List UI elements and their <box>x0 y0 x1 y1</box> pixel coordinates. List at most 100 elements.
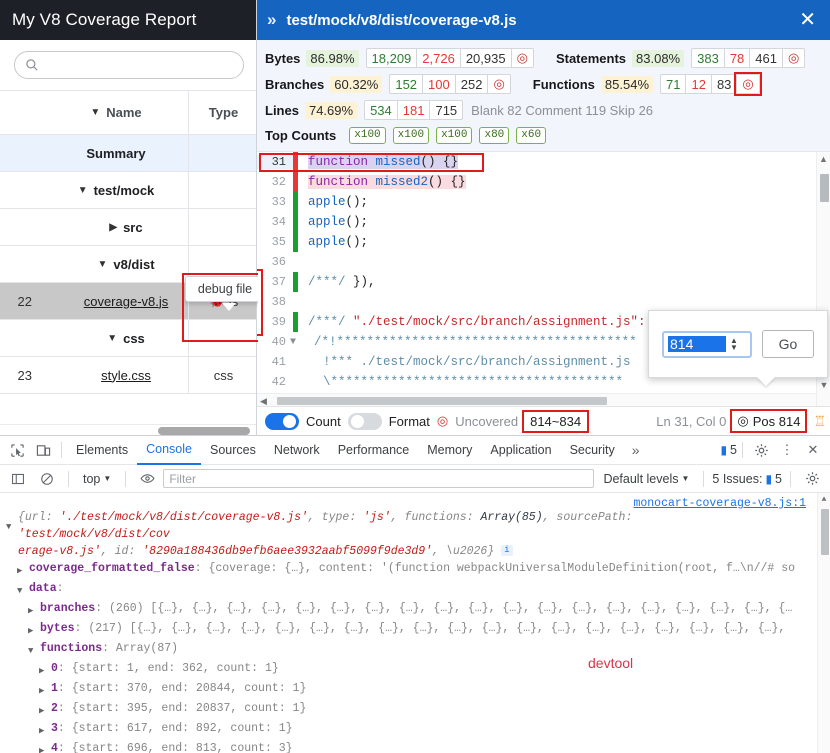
code-line[interactable]: 34 apple(); <box>257 212 816 232</box>
chevrons-right-icon[interactable]: » <box>267 10 276 30</box>
devtools-close-icon[interactable]: ✕ <box>800 438 826 462</box>
more-vertical-icon[interactable]: ⋮ <box>774 438 800 462</box>
top-count-badge[interactable]: x60 <box>516 126 547 144</box>
fold-caret-icon[interactable]: ▼ <box>290 337 296 348</box>
search-input[interactable] <box>39 57 243 73</box>
expand-arrow-icon[interactable]: ▶ <box>39 700 51 720</box>
context-selector[interactable]: top ▼ <box>77 472 117 486</box>
more-tabs-icon[interactable]: » <box>624 442 648 458</box>
tab-network[interactable]: Network <box>265 436 329 465</box>
expand-arrow-icon[interactable]: ▶ <box>39 680 51 700</box>
tab-elements[interactable]: Elements <box>67 436 137 465</box>
console-filter-input[interactable] <box>163 469 595 488</box>
device-toolbar-icon[interactable] <box>30 438 56 462</box>
tab-performance[interactable]: Performance <box>329 436 419 465</box>
line-number[interactable]: 32 <box>257 175 293 189</box>
scroll-left-icon[interactable]: ◀ <box>260 396 267 406</box>
scroll-up-icon[interactable]: ▲ <box>818 493 830 506</box>
count-toggle[interactable] <box>265 412 299 430</box>
collapse-arrow-icon[interactable]: ▼ <box>28 640 40 660</box>
inspect-element-icon[interactable] <box>4 438 30 462</box>
tab-application[interactable]: Application <box>481 436 560 465</box>
code-line[interactable]: 35 apple(); <box>257 232 816 252</box>
line-number[interactable]: 31 <box>257 155 293 169</box>
row-name[interactable]: ▼ v8/dist <box>40 257 188 272</box>
clear-console-icon[interactable] <box>34 467 60 491</box>
code-viewer[interactable]: 31 function missed() {} 32 function missed2… <box>257 152 830 406</box>
console-entry[interactable]: ▶ 3: {start: 617, end: 892, count: 1} <box>0 720 830 740</box>
expand-arrow-icon[interactable]: ▶ <box>39 660 51 680</box>
code-hscroll-thumb[interactable] <box>277 397 607 405</box>
tab-sources[interactable]: Sources <box>201 436 265 465</box>
console-vertical-scrollbar[interactable]: ▲ <box>817 493 830 753</box>
grid-header-type[interactable]: Type <box>188 91 258 134</box>
table-row[interactable]: 23 style.css css <box>0 357 258 394</box>
log-levels-selector[interactable]: Default levels ▼ <box>597 472 695 486</box>
format-toggle[interactable] <box>347 412 382 430</box>
line-number[interactable]: 38 <box>257 295 293 309</box>
expand-arrow-icon[interactable]: ▼ <box>6 509 18 536</box>
search-box[interactable] <box>14 51 244 79</box>
grid-header-name[interactable]: ▼ Name <box>40 105 188 120</box>
code-line[interactable]: 32 function missed2() {} <box>257 172 816 192</box>
close-icon[interactable]: ✕ <box>799 10 822 30</box>
line-number[interactable]: 39 <box>257 315 293 329</box>
console-entry[interactable]: ▶ branches: (260) [{…}, {…}, {…}, {…}, {…… <box>0 600 830 620</box>
expand-arrow-icon[interactable]: ▶ <box>39 740 51 753</box>
expand-arrow-icon[interactable]: ▶ <box>28 600 40 620</box>
grid-horizontal-scrollbar[interactable] <box>0 424 258 435</box>
line-number[interactable]: 34 <box>257 215 293 229</box>
code-line[interactable]: 31 function missed() {} <box>257 152 816 172</box>
row-name[interactable]: style.css <box>40 368 188 383</box>
info-icon[interactable]: i <box>501 545 513 557</box>
functions-target-icon[interactable]: ◎ <box>734 72 762 96</box>
console-entry[interactable]: ▶ 1: {start: 370, end: 20844, count: 1} <box>0 680 830 700</box>
table-row[interactable]: ▶ src <box>0 209 258 246</box>
tab-console[interactable]: Console <box>137 436 201 465</box>
row-name[interactable]: Summary <box>40 146 188 161</box>
line-number[interactable]: 41 <box>257 355 293 369</box>
console-entry[interactable]: ▼ data: <box>0 580 830 600</box>
expand-arrow-icon[interactable]: ▶ <box>28 620 40 640</box>
position-indicator[interactable]: ◎ Pos 814 <box>730 409 808 433</box>
issues-summary[interactable]: 5 Issues: ▮ 5 <box>712 472 782 486</box>
console-vscroll-thumb[interactable] <box>821 509 829 555</box>
collapse-arrow-icon[interactable]: ▼ <box>17 580 29 600</box>
line-number[interactable]: 42 <box>257 375 293 389</box>
code-line[interactable]: 36 <box>257 252 816 272</box>
code-line[interactable]: 37 /***/ }), <box>257 272 816 292</box>
expand-arrow-icon[interactable]: ▶ <box>39 720 51 740</box>
row-name[interactable]: coverage-v8.js <box>40 294 188 309</box>
console-source-link[interactable]: monocart-coverage-v8.js:1 <box>633 495 806 512</box>
code-vscroll-thumb[interactable] <box>820 174 829 202</box>
console-settings-gear-icon[interactable] <box>799 467 825 491</box>
caret-down-icon[interactable]: ▼ <box>78 185 88 196</box>
issues-indicator[interactable]: ▮ 5 <box>720 443 737 457</box>
code-line[interactable]: 38 <box>257 292 816 312</box>
caret-right-icon[interactable]: ▶ <box>109 222 117 233</box>
row-name[interactable]: ▼ css <box>40 331 188 346</box>
caret-down-icon[interactable]: ▼ <box>107 333 117 344</box>
scroll-up-icon[interactable]: ▲ <box>817 152 830 166</box>
code-line[interactable]: 33 apple(); <box>257 192 816 212</box>
line-number[interactable]: 36 <box>257 255 293 269</box>
branches-target-icon[interactable]: ◎ <box>488 75 509 93</box>
console-entry[interactable]: ▶ 2: {start: 395, end: 20837, count: 1} <box>0 700 830 720</box>
tab-security[interactable]: Security <box>561 436 624 465</box>
position-input-wrap[interactable]: ▲▼ <box>662 330 752 358</box>
expand-arrow-icon[interactable]: ▶ <box>17 560 29 580</box>
scroll-down-icon[interactable]: ▼ <box>817 378 830 392</box>
console-entry[interactable]: ▶ coverage_formatted_false: {coverage: {…… <box>0 560 830 580</box>
line-number[interactable]: 33 <box>257 195 293 209</box>
table-row[interactable]: Summary <box>0 135 258 172</box>
console-entry[interactable]: ▶ 0: {start: 1, end: 362, count: 1} <box>0 660 830 680</box>
go-button[interactable]: Go <box>762 330 814 358</box>
top-count-badge[interactable]: x100 <box>349 126 386 144</box>
grid-scrollbar-thumb[interactable] <box>158 427 250 435</box>
line-number[interactable]: 35 <box>257 235 293 249</box>
console-entry[interactable]: ▶ bytes: (217) [{…}, {…}, {…}, {…}, {…}, … <box>0 620 830 640</box>
tab-memory[interactable]: Memory <box>418 436 481 465</box>
line-number[interactable]: 37 <box>257 275 293 289</box>
position-input[interactable] <box>668 336 726 352</box>
spinner-arrows-icon[interactable]: ▲ ▼ <box>726 337 742 352</box>
